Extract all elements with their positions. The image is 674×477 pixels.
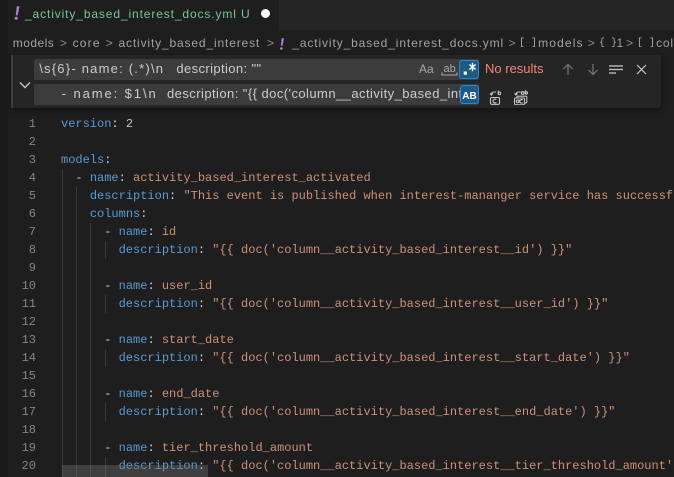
svg-text:ab: ab bbox=[443, 63, 455, 75]
